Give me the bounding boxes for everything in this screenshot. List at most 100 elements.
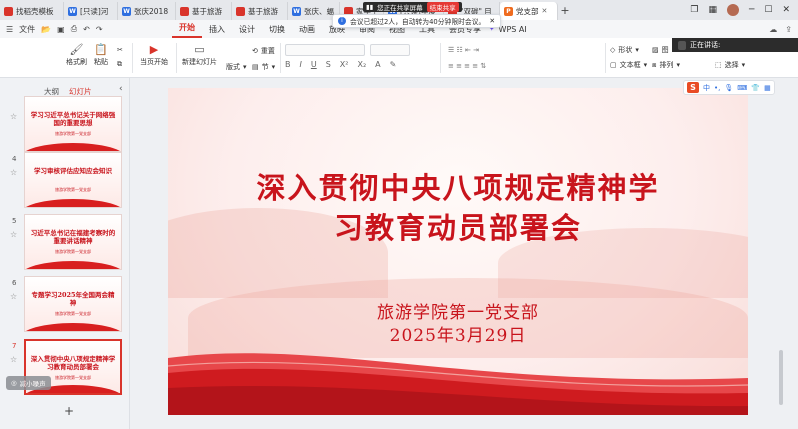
menu-tab-4[interactable]: 动画 (292, 24, 322, 35)
collapse-panel-icon[interactable]: ‹ (119, 84, 123, 94)
tab-1[interactable]: W [只读]河 (64, 2, 118, 20)
tab-2[interactable]: W 张庆2018 (118, 2, 176, 20)
select-button[interactable]: ⬚ 选择 ▾ (715, 60, 745, 70)
thumbnail-wave (25, 261, 121, 269)
underline-icon[interactable]: U (311, 60, 317, 69)
cloud-icon[interactable]: ☁ (769, 25, 777, 34)
new-slide-button[interactable]: ▭ 新建幻灯片 (182, 43, 217, 67)
doc-icon: W (68, 6, 77, 16)
picture-button[interactable]: ▨ 图 (652, 45, 669, 55)
star-icon[interactable]: ☆ (10, 292, 17, 301)
paste-button[interactable]: 📋 粘贴 (94, 43, 108, 67)
section-icon: ▤ (252, 63, 259, 71)
slide-thumbnail[interactable]: 学习习近平总书记关于网络强国的重要思想 旅游学院第一党支部 (24, 96, 122, 152)
select-label: 选择 (724, 61, 739, 69)
thumbnail-title: 学习审核评估应知应会知识 (34, 167, 112, 175)
font-color-icon[interactable]: A (375, 60, 380, 69)
star-icon[interactable]: ☆ (10, 230, 17, 239)
hamburger-icon[interactable]: ☰ (6, 25, 13, 34)
section-button[interactable]: ▤ 节 ▾ (252, 62, 275, 72)
noise-label: 减小噪声 (19, 380, 46, 388)
slide-thumbnail[interactable]: 学习审核评估应知应会知识 旅游学院第一党支部 (24, 152, 122, 208)
tab-label: 张庆2018 (134, 6, 169, 16)
new-slide-icon: ▭ (194, 43, 205, 56)
ime-punct-icon: •, (714, 83, 721, 92)
close-notice-icon[interactable]: ✕ (489, 17, 495, 25)
window-controls: ❐ ▦ ─ ☐ ✕ (690, 0, 798, 20)
slide-canvas[interactable]: 深入贯彻中央八项规定精神学 习教育动员部署会 旅游学院第一党支部 2025年3月… (168, 88, 748, 415)
sogou-icon: S (687, 82, 699, 93)
pdf-icon (180, 6, 189, 16)
reset-button[interactable]: ⟲ 重置 (252, 46, 275, 56)
paste-label: 粘贴 (94, 58, 108, 66)
italic-icon[interactable]: I (300, 60, 302, 69)
file-menu[interactable]: 文件 (19, 24, 35, 35)
menu-tab-0[interactable]: 开始 (172, 20, 202, 38)
format-painter-button[interactable]: 🖌 格式刷 (66, 43, 87, 67)
stop-share-button[interactable]: 结束共享 (426, 2, 459, 12)
font-family-select[interactable] (285, 44, 365, 56)
menu-tab-3[interactable]: 切换 (262, 24, 292, 35)
layout-button[interactable]: 版式 ▾ (226, 62, 247, 72)
open-icon[interactable]: 📂 (41, 25, 51, 34)
align-icon[interactable]: ≡ ≡ ≡ ≡ ⇅ (448, 62, 486, 70)
copy-icon[interactable]: ⧉ (117, 60, 122, 69)
play-from-current-button[interactable]: ▶ 当页开始 (140, 43, 168, 67)
menu-tab-1[interactable]: 插入 (202, 24, 232, 35)
font-size-select[interactable] (370, 44, 410, 56)
doc-icon: W (292, 6, 301, 16)
redo-icon[interactable]: ↷ (96, 25, 103, 34)
wps-icon (4, 6, 13, 16)
share-doc-icon[interactable]: ⇪ (785, 25, 792, 34)
shape-label: 形状 (618, 46, 633, 54)
star-icon[interactable]: ☆ (10, 112, 17, 121)
save-icon[interactable]: ▣ (57, 25, 65, 34)
close-tab-icon[interactable]: ✕ (542, 7, 548, 15)
thumbnail-subtitle: 旅游学院第一党支部 (55, 311, 91, 316)
ime-toolbar[interactable]: S 中 •, 🎙 ⌨ 👕 ▦ (683, 80, 775, 95)
star-icon[interactable]: ☆ (10, 168, 17, 177)
shape-icon: ◇ (610, 46, 616, 54)
ppt-icon: P (504, 6, 513, 16)
play-label: 当页开始 (140, 58, 168, 66)
strike-icon[interactable]: S (326, 60, 331, 69)
new-tab-button[interactable]: + (558, 2, 572, 20)
ime-mic-icon: 🎙 (724, 83, 734, 92)
print-icon[interactable]: ⎙ (71, 24, 77, 34)
arrange-button[interactable]: ⧈ 排列 ▾ (652, 60, 680, 70)
tab-4[interactable]: 基于旅游 (232, 2, 288, 20)
menu-tab-2[interactable]: 设计 (232, 24, 262, 35)
star-icon[interactable]: ☆ (10, 355, 17, 364)
slide-subtitle[interactable]: 旅游学院第一党支部 2025年3月29日 (168, 302, 748, 348)
thumbnail-wave (25, 199, 121, 207)
subscript-icon[interactable]: X₂ (357, 60, 366, 69)
grid-icon[interactable]: ▦ (708, 5, 717, 15)
close-icon[interactable]: ✕ (782, 5, 790, 15)
share-icon: ▮▮ (366, 3, 374, 11)
tab-0[interactable]: 找稻壳模板 (0, 2, 64, 20)
shape-button[interactable]: ◇ 形状 ▾ (610, 45, 639, 55)
minimize-icon[interactable]: ─ (749, 5, 754, 15)
cut-icon[interactable]: ✂ (117, 46, 123, 54)
canvas-scrollbar[interactable] (779, 350, 783, 405)
tab-3[interactable]: 基于旅游 (176, 2, 232, 20)
undo-icon[interactable]: ↶ (83, 25, 90, 34)
bullets-icon[interactable]: ☰ ☷ ⇤ ⇥ (448, 46, 479, 54)
highlight-icon[interactable]: ✎ (390, 60, 397, 69)
meeting-notice: i 会议已超过2人，自动转为40分钟限时会议。 ✕ (332, 14, 502, 28)
maximize-icon[interactable]: ☐ (764, 5, 772, 15)
tab-9[interactable]: P 党支部 ✕ (500, 2, 558, 20)
noise-reduction-chip[interactable]: ◎ 减小噪声 (6, 376, 51, 390)
tab-label: [只读]河 (80, 6, 109, 16)
superscript-icon[interactable]: X² (340, 60, 349, 69)
slide-thumbnail[interactable]: 习近平总书记在福建考察时的重要讲话精神 旅游学院第一党支部 (24, 214, 122, 270)
restore-icon[interactable]: ❐ (690, 5, 698, 15)
add-slide-button[interactable]: + (64, 404, 74, 418)
bold-icon[interactable]: B (285, 60, 291, 69)
slide-thumbnail[interactable]: 专题学习2025年全国两会精神 旅游学院第一党支部 (24, 276, 122, 332)
slide-title[interactable]: 深入贯彻中央八项规定精神学 习教育动员部署会 (168, 168, 748, 248)
avatar[interactable] (726, 4, 739, 16)
chevron-down-icon: ▾ (635, 46, 639, 54)
textbox-button[interactable]: ▢ 文本框 ▾ (610, 60, 647, 70)
chevron-down-icon: ▾ (643, 61, 648, 69)
